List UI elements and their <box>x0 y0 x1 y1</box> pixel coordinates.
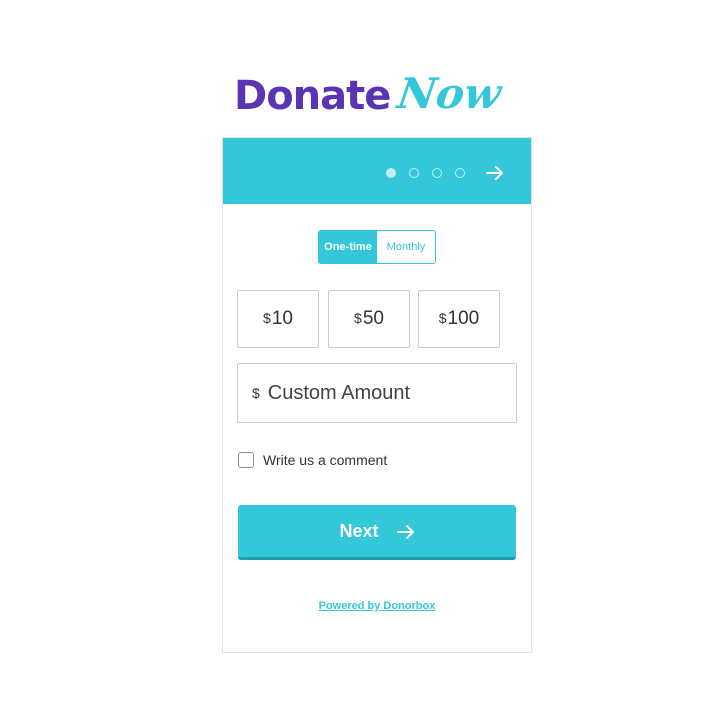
amount-currency: $ <box>354 310 362 326</box>
amount-value: 100 <box>447 308 480 329</box>
amount-value: 10 <box>271 308 293 329</box>
amount-currency: $ <box>438 310 447 326</box>
amount-value: 50 <box>362 308 384 329</box>
amount-10-button[interactable]: $ 10 <box>237 290 319 348</box>
form-header <box>223 138 531 204</box>
amount-50-button[interactable]: $ 50 <box>328 290 410 348</box>
step-dot-2 <box>409 168 419 178</box>
donate-now-logo: Donate Now <box>234 69 504 128</box>
frequency-one-time-button[interactable]: One-time <box>319 231 377 263</box>
frequency-toggle: One-time Monthly <box>318 230 436 264</box>
custom-amount-currency: $ <box>252 385 260 401</box>
next-button[interactable]: Next <box>238 505 516 560</box>
amount-currency: $ <box>263 310 271 326</box>
logo-now-text: Now <box>394 69 505 118</box>
comment-option: Write us a comment <box>238 452 387 468</box>
arrow-right-icon[interactable] <box>486 165 504 181</box>
custom-amount-input[interactable] <box>267 381 498 405</box>
step-dot-3 <box>432 168 442 178</box>
custom-amount-field: $ <box>237 363 517 423</box>
comment-checkbox[interactable] <box>238 452 254 468</box>
step-dot-4 <box>455 168 465 178</box>
arrow-right-icon <box>396 524 415 540</box>
powered-by-link[interactable]: Powered by Donorbox <box>223 600 531 612</box>
next-arrow-svg <box>396 525 414 539</box>
donation-form-card: One-time Monthly $ 10 $ 50 $ 100 $ Write… <box>222 137 532 653</box>
amount-100-button[interactable]: $ 100 <box>418 290 500 348</box>
step-dot-1 <box>386 168 396 178</box>
comment-label[interactable]: Write us a comment <box>263 452 387 468</box>
next-button-label: Next <box>339 520 379 541</box>
arrow-right-icon-svg <box>486 166 503 180</box>
logo-donate-text: Donate <box>234 73 391 119</box>
frequency-monthly-button[interactable]: Monthly <box>377 231 435 263</box>
